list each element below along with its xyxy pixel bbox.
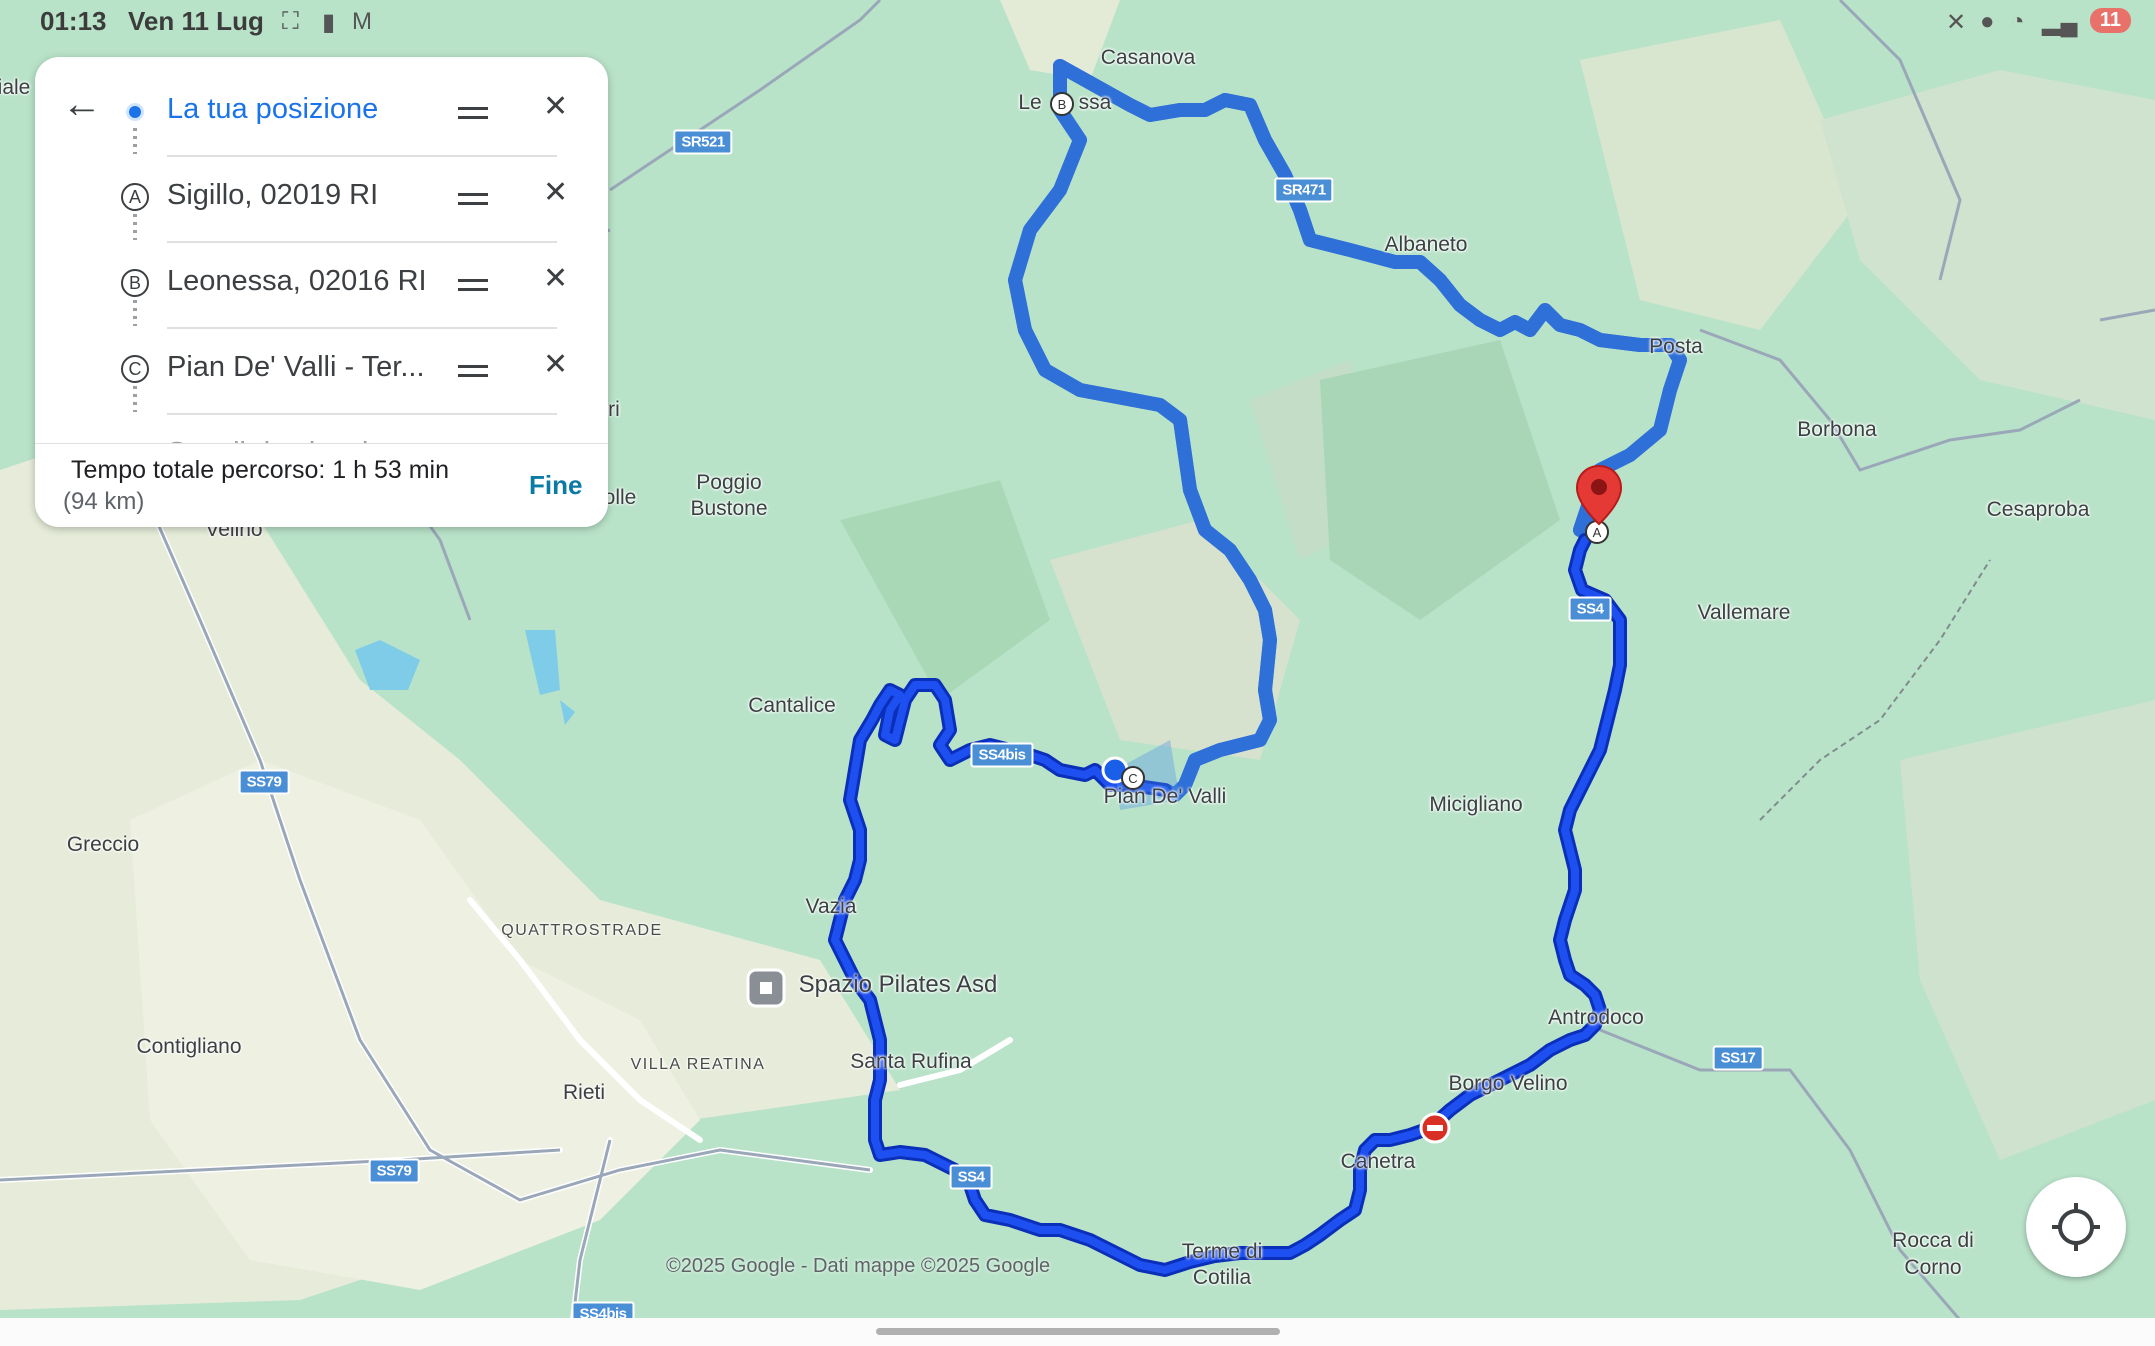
remove-stop-icon[interactable]: ✕ (543, 261, 568, 296)
my-location-button[interactable] (2026, 1177, 2126, 1277)
gesture-handle[interactable] (876, 1328, 1280, 1335)
place-albaneto: Albaneto (1384, 233, 1468, 256)
place-terme-di: Terme di (1181, 1240, 1263, 1263)
drag-handle-icon[interactable] (458, 193, 488, 205)
place-posta: Posta (1649, 335, 1703, 358)
road-shield-sr521: SR521 (673, 129, 733, 155)
svg-text:B: B (1058, 97, 1067, 112)
total-time: Tempo totale percorso: 1 h 53 min (71, 456, 449, 484)
stop-row-b[interactable]: B Leonessa, 02016 RI ✕ (35, 243, 608, 329)
destination-pin-icon[interactable] (1575, 464, 1623, 528)
status-time: 01:13 (40, 6, 107, 36)
place-bustone: Bustone (690, 497, 768, 520)
road-shield-ss17: SS17 (1712, 1045, 1764, 1071)
road-shield-ss4-south: SS4 (949, 1164, 993, 1190)
road-shield-ss4: SS4 (1568, 596, 1612, 622)
directions-panel: ← La tua posizione ✕ A Sigillo, 02019 RI… (35, 57, 608, 527)
battery-alert-icon: ▮ (322, 9, 336, 36)
mute-icon: ✕ (1946, 9, 1967, 36)
map-copyright: ©2025 Google - Dati mappe ©2025 Google (666, 1255, 1051, 1277)
remove-stop-icon[interactable]: ✕ (543, 89, 568, 124)
place-cantalice: Cantalice (748, 694, 836, 717)
place-quattrostrade: QUATTROSTRADE (501, 922, 663, 939)
place-rocca-di: Rocca di (1892, 1229, 1974, 1252)
poi-icon[interactable] (746, 968, 786, 1008)
place-ri: ri (608, 398, 620, 421)
status-date: Ven 11 Lug (128, 6, 264, 36)
signal-icon: ▂▄ (2042, 9, 2078, 36)
place-borbona: Borbona (1797, 418, 1877, 441)
waypoint-c-icon: C (121, 355, 149, 383)
place-vallemare: Vallemare (1697, 601, 1791, 624)
crosshair-icon (2052, 1203, 2100, 1251)
waypoint-a-icon: A (121, 183, 149, 211)
place-leonessa-part1: Le (1018, 91, 1042, 114)
stop-label[interactable]: Leonessa, 02016 RI (167, 265, 427, 298)
route-dots (133, 214, 137, 240)
stop-label[interactable]: Sigillo, 02019 RI (167, 179, 378, 212)
drag-handle-icon[interactable] (458, 365, 488, 377)
place-poggio: Poggio (696, 471, 762, 494)
place-canetra: Canetra (1340, 1150, 1416, 1173)
place-cesaproba: Cesaproba (1986, 498, 2090, 521)
road-shield-ss4bis: SS4bis (970, 742, 1034, 768)
road-shield-ss79-south: SS79 (368, 1158, 420, 1184)
drag-handle-icon[interactable] (458, 279, 488, 291)
route-dots (133, 386, 137, 412)
place-santa-rufina: Santa Rufina (850, 1050, 972, 1073)
battery-level: 11 (2089, 8, 2131, 33)
remove-stop-icon[interactable]: ✕ (543, 347, 568, 382)
gmail-icon: M (352, 8, 372, 35)
current-location-dot-icon (126, 103, 144, 121)
place-olle: olle (603, 486, 637, 509)
total-distance: (94 km) (63, 488, 145, 515)
route-dots (133, 128, 137, 154)
stop-row-c[interactable]: C Pian De' Valli - Ter... ✕ (35, 329, 608, 415)
place-villa-reatina: VILLA REATINA (630, 1056, 766, 1073)
route-dots (133, 300, 137, 326)
svg-text:C: C (1128, 771, 1137, 786)
place-micigliano: Micigliano (1429, 793, 1523, 816)
place-vazia: Vazia (805, 895, 857, 918)
stop-label[interactable]: Pian De' Valli - Ter... (167, 351, 425, 384)
place-corno: Corno (1904, 1256, 1962, 1279)
place-iale: iale (0, 76, 31, 99)
place-antrodoco: Antrodoco (1548, 1006, 1644, 1029)
stop-row-a[interactable]: A Sigillo, 02019 RI ✕ (35, 157, 608, 243)
drag-handle-icon[interactable] (458, 107, 488, 119)
place-rieti: Rieti (562, 1081, 606, 1104)
screenshot-icon: ⛶ (282, 8, 299, 35)
road-shield-sr471: SR471 (1274, 177, 1334, 203)
place-casanova: Casanova (1100, 46, 1196, 69)
status-bar: 01:13 Ven 11 Lug ⛶ ▮ M ✕ ● ◔ ▂▄ 11 (0, 0, 2155, 44)
remove-stop-icon[interactable]: ✕ (543, 175, 568, 210)
place-leonessa-part2: ssa (1078, 91, 1112, 114)
place-cotilia: Cotilia (1192, 1266, 1252, 1289)
location-icon: ● (1980, 8, 1995, 35)
place-greccio: Greccio (66, 833, 140, 856)
place-spazio-pilates[interactable]: Spazio Pilates Asd (799, 971, 998, 999)
route-summary: Tempo totale percorso: 1 h 53 min (94 km… (35, 443, 608, 527)
place-borgo-velino: Borgo Velino (1448, 1072, 1568, 1095)
stop-row-origin[interactable]: La tua posizione ✕ (35, 71, 608, 157)
place-pian-de-valli: Pian De' Valli (1103, 785, 1227, 808)
road-shield-ss79: SS79 (238, 769, 290, 795)
stop-label[interactable]: La tua posizione (167, 93, 378, 126)
waypoint-b-icon: B (121, 269, 149, 297)
wifi-icon: ◔ (2010, 8, 2025, 35)
place-contigliano: Contigliano (136, 1035, 242, 1058)
done-button[interactable]: Fine (529, 470, 582, 501)
